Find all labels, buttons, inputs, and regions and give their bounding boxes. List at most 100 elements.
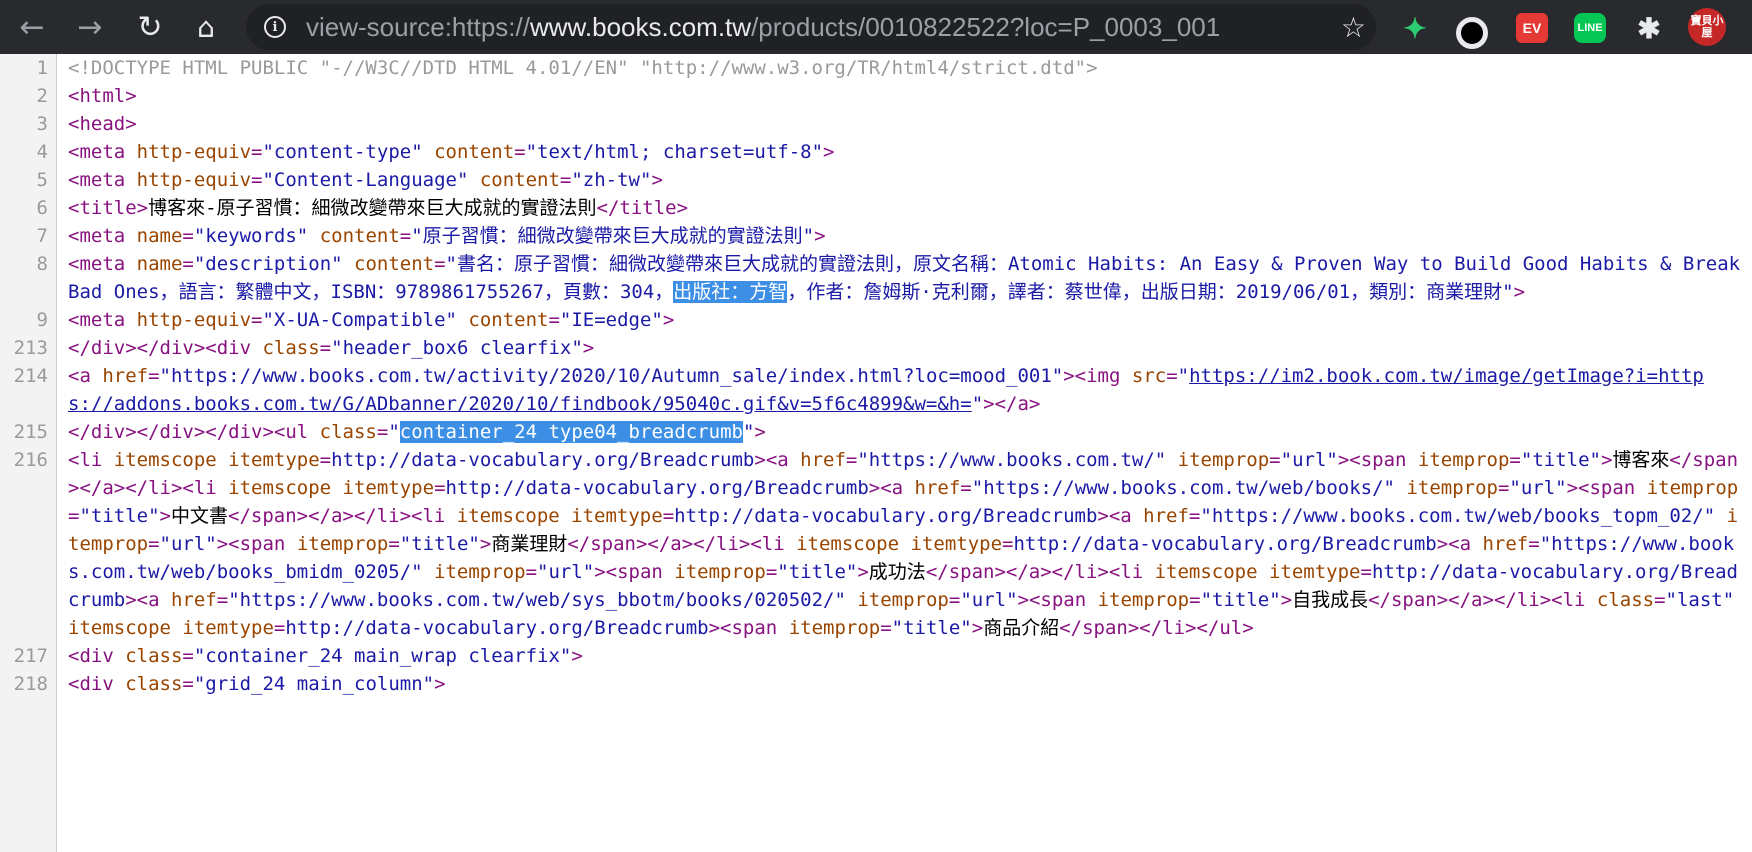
- value: "header_box6 clearfix": [331, 337, 583, 359]
- value: http://data-vocabulary.org/Breadcrumb: [285, 617, 709, 639]
- line-number: 8: [36, 253, 48, 275]
- breadcrumb-text: 自我成長: [1292, 589, 1369, 611]
- line-number: 213: [13, 337, 48, 359]
- attr: http-equiv: [136, 169, 252, 191]
- attr: content: [422, 141, 515, 163]
- value: "url": [1509, 477, 1567, 499]
- value: "https://www.books.com.tw/activity/2020/…: [159, 365, 1064, 387]
- line-code: <meta http-equiv="content-type" content=…: [68, 141, 835, 163]
- value: "IE=edge": [559, 309, 663, 331]
- tag: >: [651, 169, 663, 191]
- source-line: 5 <meta http-equiv="Content-Language" co…: [0, 166, 1752, 194]
- back-arrow-icon[interactable]: ←: [12, 0, 52, 54]
- tag: <meta: [68, 141, 137, 163]
- bookmark-star-icon[interactable]: ☆: [1341, 4, 1366, 50]
- attr: href: [1482, 533, 1529, 555]
- source-line: 215 </div></div></div><ul class="contain…: [0, 418, 1752, 446]
- tag: >: [823, 141, 835, 163]
- attr: itemprop: [674, 561, 766, 583]
- line-number: 6: [36, 197, 48, 219]
- value: http://data-vocabulary.org/Breadcrumb: [445, 477, 869, 499]
- tag: </span></a></li><li: [567, 533, 797, 555]
- value: "url": [537, 561, 595, 583]
- address-bar[interactable]: i view-source:https://www.books.com.tw/p…: [246, 4, 1376, 50]
- breadcrumb-text: 中文書: [170, 505, 228, 527]
- tag: </span></a></li><li: [1368, 589, 1597, 611]
- source-line: 2 <html>: [0, 82, 1752, 110]
- feedly-icon[interactable]: ✦: [1398, 11, 1432, 45]
- url-text[interactable]: view-source:https://www.books.com.tw/pro…: [306, 12, 1220, 43]
- selected-text[interactable]: 出版社：方智: [673, 281, 788, 303]
- tag: >: [754, 421, 766, 443]
- tag: >: [1513, 281, 1526, 303]
- attr: itemscope itemtype: [113, 449, 320, 471]
- attr: name: [136, 253, 183, 275]
- site-info-icon[interactable]: i: [264, 16, 286, 38]
- tag: ><span: [1566, 477, 1647, 499]
- tag: <div: [68, 673, 126, 695]
- forward-arrow-icon[interactable]: →: [70, 0, 110, 54]
- puzzle-icon[interactable]: ✱: [1632, 11, 1666, 45]
- line-code: </div></div><div class="header_box6 clea…: [68, 337, 595, 359]
- line-code: <head>: [56, 110, 1748, 138]
- line-code: <meta name="description" content="書名：原子習…: [68, 253, 1752, 303]
- tag: </span></a></li><li: [228, 505, 457, 527]
- line-number: 215: [13, 421, 48, 443]
- tag: ><span: [1337, 449, 1418, 471]
- ev-icon[interactable]: EV: [1516, 13, 1548, 43]
- tag: <meta: [68, 169, 137, 191]
- treasure-house-icon[interactable]: 寶貝小屋: [1688, 8, 1726, 46]
- value: ，作者：詹姆斯·克利爾，譯者：蔡世偉，出版日期：2019/06/01，類別：商業…: [787, 281, 1514, 303]
- value: "title": [79, 505, 160, 527]
- value: "title": [891, 617, 972, 639]
- attr: itemprop: [845, 589, 949, 611]
- attr: class: [262, 337, 320, 359]
- attr: itemprop: [296, 533, 389, 555]
- home-icon[interactable]: ⌂: [186, 0, 226, 54]
- tag: <title>: [68, 197, 149, 219]
- tag: ><a: [1097, 505, 1144, 527]
- quote: ": [388, 421, 400, 443]
- tag: >: [814, 225, 826, 247]
- source-line: 4 <meta http-equiv="content-type" conten…: [0, 138, 1752, 166]
- tag: >: [434, 673, 446, 695]
- tag: >: [1600, 449, 1613, 471]
- circle-icon[interactable]: [1456, 17, 1488, 49]
- value: "grid_24 main_column": [193, 673, 435, 695]
- source-viewer: 1 <!DOCTYPE HTML PUBLIC "-//W3C//DTD HTM…: [0, 54, 1752, 852]
- tag: >: [159, 505, 171, 527]
- attr: content: [342, 253, 435, 275]
- tag: ><a: [868, 477, 915, 499]
- tag: <li: [68, 449, 114, 471]
- attr: src: [1131, 365, 1167, 387]
- value: "last": [1665, 589, 1735, 611]
- tag: <div: [68, 645, 126, 667]
- tag: </div></div></div><ul: [68, 421, 320, 443]
- reload-icon[interactable]: ↻: [130, 0, 170, 54]
- value: http://data-vocabulary.org/Breadcrumb: [1013, 533, 1437, 555]
- value: "https://www.books.com.tw/web/books/": [971, 477, 1395, 499]
- attr: itemscope itemtype: [1154, 561, 1361, 583]
- attr: href: [800, 449, 846, 471]
- tag: ><span: [594, 561, 675, 583]
- selected-text[interactable]: container_24 type04_breadcrumb: [399, 421, 743, 443]
- attr: class: [319, 421, 377, 443]
- line-number: 2: [36, 85, 48, 107]
- line-code: <meta http-equiv="Content-Language" cont…: [68, 169, 663, 191]
- breadcrumb-text: 成功法: [868, 561, 926, 583]
- line-number: 217: [13, 645, 48, 667]
- breadcrumb-text: 商業理財: [491, 533, 568, 555]
- attr: http-equiv: [136, 309, 252, 331]
- value: http://data-vocabulary.org/Breadcrumb: [674, 505, 1098, 527]
- line-code: <meta http-equiv="X-UA-Compatible" conte…: [68, 309, 675, 331]
- attr: itemprop: [1395, 477, 1498, 499]
- line-icon[interactable]: LINE: [1574, 13, 1606, 43]
- quote: ": [1177, 365, 1190, 387]
- tag: >: [857, 561, 869, 583]
- source-line: 3 <head>: [0, 110, 1752, 138]
- tag: <head>: [68, 113, 137, 135]
- tag: ><a: [754, 449, 801, 471]
- attr: itemprop: [1166, 449, 1270, 471]
- line-number: 7: [36, 225, 48, 247]
- line-code: <div class="grid_24 main_column">: [68, 673, 446, 695]
